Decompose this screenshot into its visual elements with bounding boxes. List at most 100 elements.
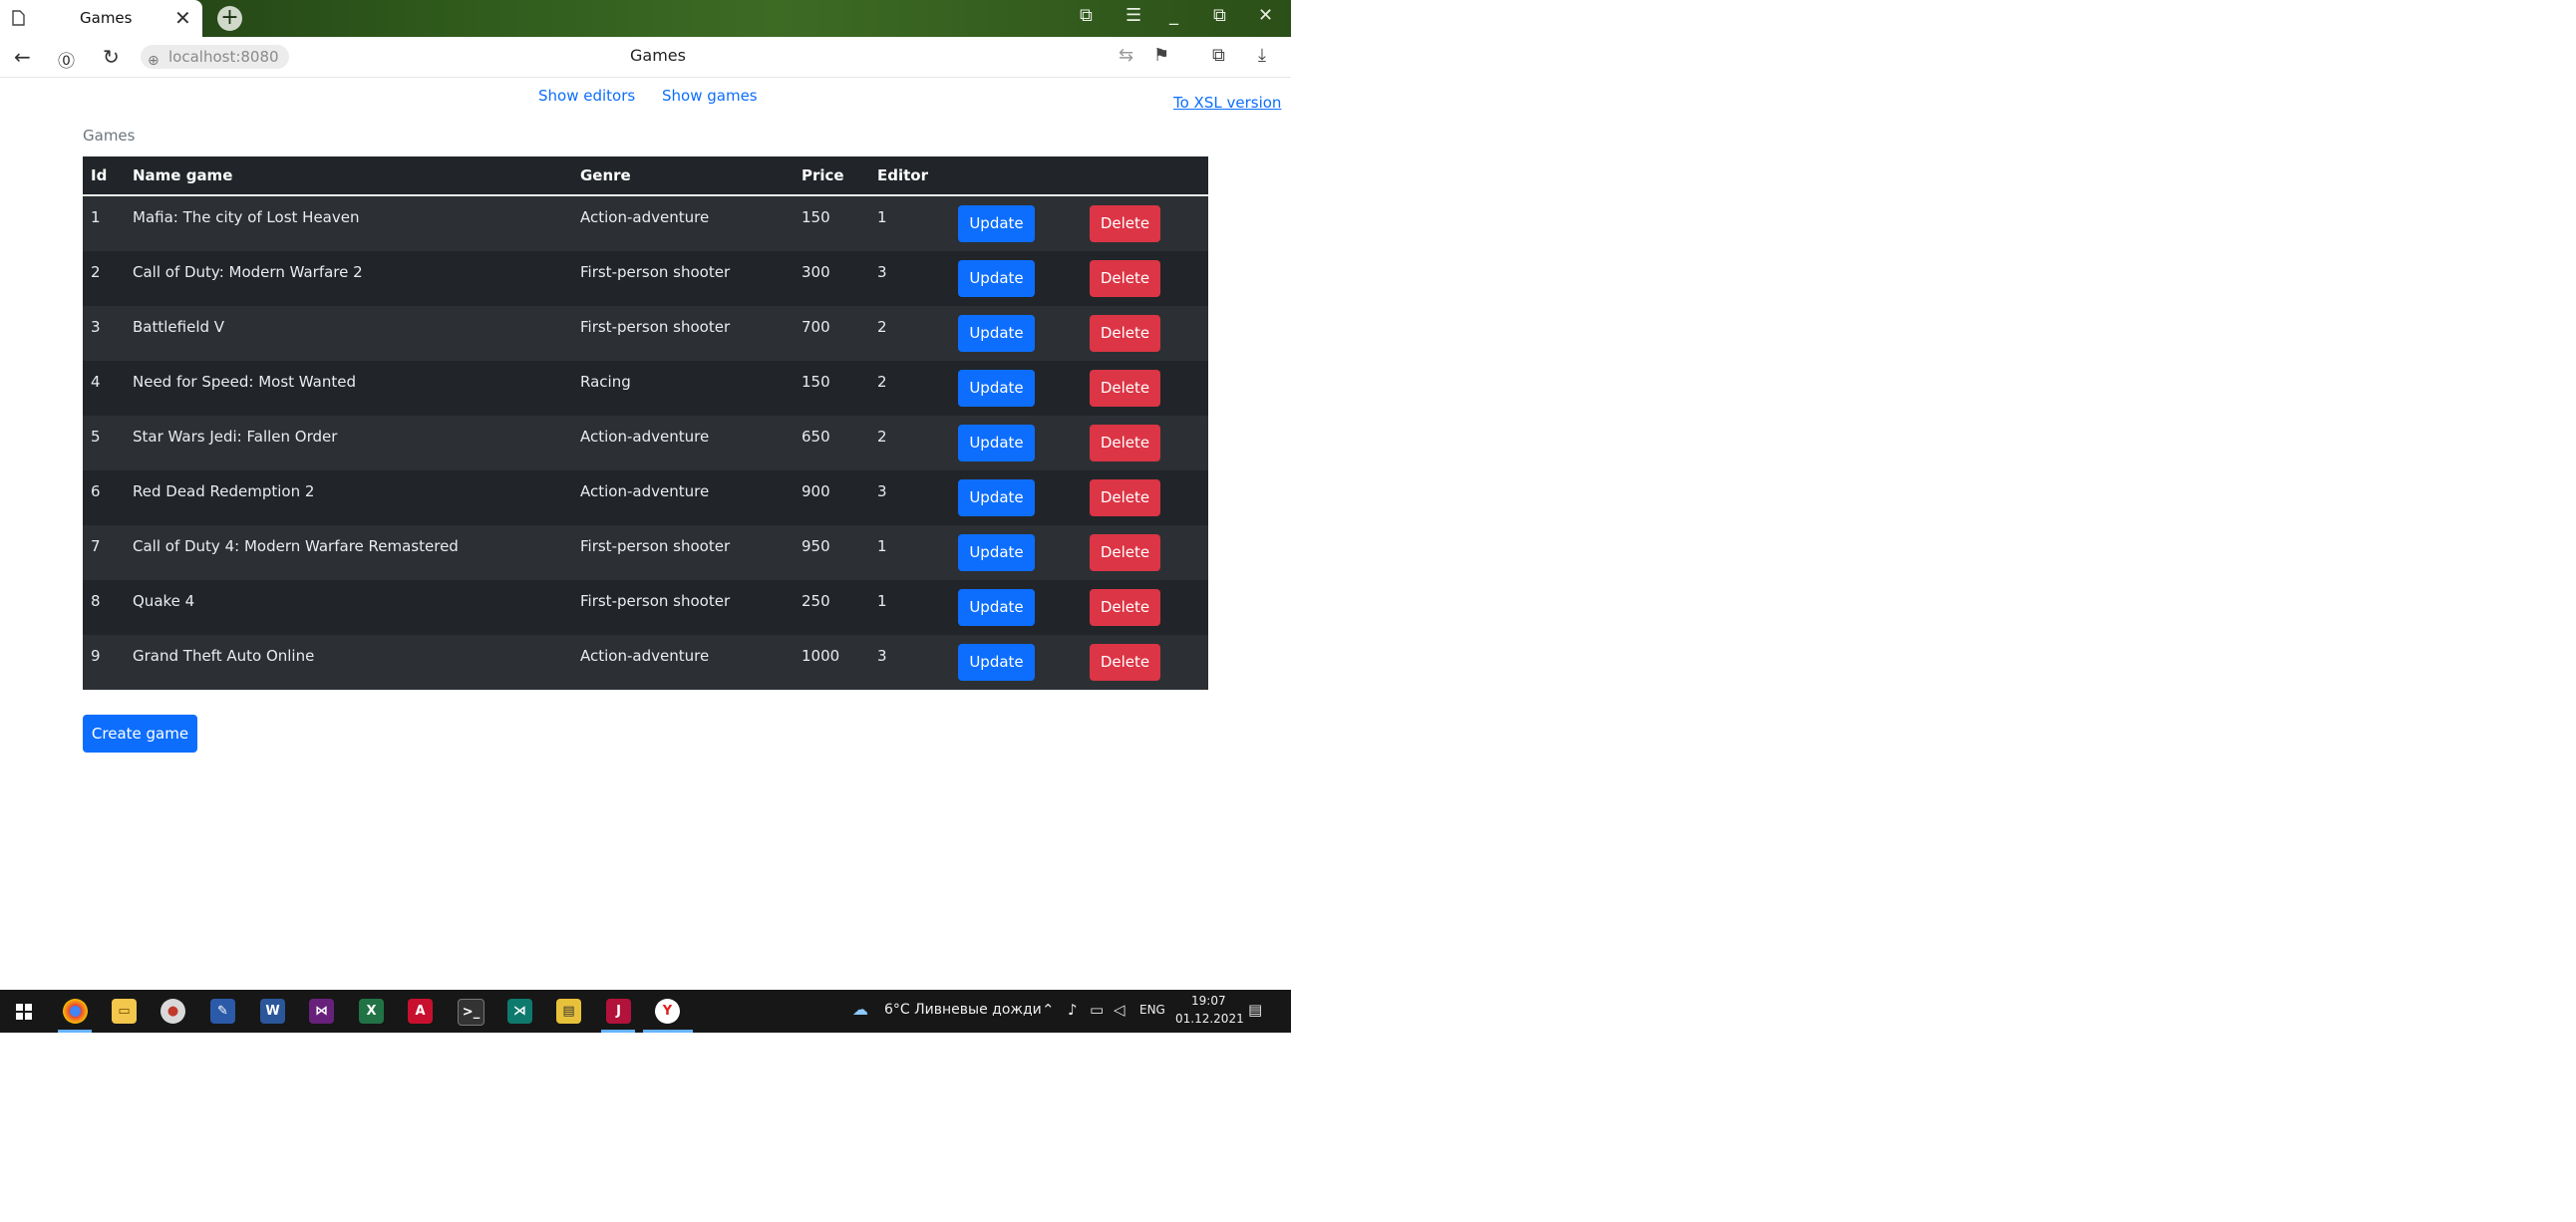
delete-button[interactable]: Delete	[1090, 260, 1160, 297]
microphone-icon[interactable]: ♪	[1068, 1001, 1078, 1019]
cell-update: Update	[957, 251, 1085, 306]
update-button[interactable]: Update	[958, 534, 1035, 571]
cell-editor: 1	[869, 525, 957, 580]
cell-name: Grand Theft Auto Online	[125, 635, 572, 690]
cell-editor: 2	[869, 306, 957, 361]
weather-text[interactable]: 6°C Ливневые дожди	[884, 1002, 1042, 1018]
chevron-up-icon[interactable]: ⌃	[1042, 1001, 1055, 1019]
bookmark-icon[interactable]: ⚑	[1153, 45, 1169, 66]
delete-button[interactable]: Delete	[1090, 589, 1160, 626]
vscode-icon[interactable]: ⋊	[507, 999, 532, 1024]
language-indicator[interactable]: ENG	[1139, 1003, 1165, 1017]
cell-price: 900	[794, 470, 869, 525]
cell-update: Update	[957, 306, 1085, 361]
cell-delete: Delete	[1085, 525, 1208, 580]
delete-button[interactable]: Delete	[1090, 205, 1160, 242]
delete-button[interactable]: Delete	[1090, 534, 1160, 571]
taskbar: ▭ ● ✎ W ⋈ X A >_ ⋊ ▤ J Y ☁ 6°C Ливневые …	[0, 990, 1291, 1033]
update-button[interactable]: Update	[958, 589, 1035, 626]
browser-tab-strip: Games ✕ + ⧉ ☰ _ ⧉ ✕	[0, 0, 1291, 37]
header-delete	[1085, 156, 1208, 196]
tabs-icon[interactable]: ⧉	[1080, 5, 1093, 26]
cell-price: 950	[794, 525, 869, 580]
table-row: 8 Quake 4 First-person shooter 250 1 Upd…	[83, 580, 1208, 635]
update-button[interactable]: Update	[958, 479, 1035, 516]
cell-delete: Delete	[1085, 361, 1208, 416]
update-button[interactable]: Update	[958, 260, 1035, 297]
network-icon[interactable]: ▭	[1090, 1001, 1104, 1019]
menu-icon[interactable]: ☰	[1126, 5, 1141, 26]
visual-studio-icon[interactable]: ⋈	[309, 999, 334, 1024]
file-explorer-icon[interactable]: ▭	[112, 999, 137, 1024]
update-button[interactable]: Update	[958, 205, 1035, 242]
cell-price: 150	[794, 361, 869, 416]
update-button[interactable]: Update	[958, 425, 1035, 461]
restore-icon[interactable]: ⧉	[1213, 5, 1226, 26]
word-icon[interactable]: W	[260, 999, 285, 1024]
header-editor: Editor	[869, 156, 957, 196]
table-row: 4 Need for Speed: Most Wanted Racing 150…	[83, 361, 1208, 416]
windows-start-icon[interactable]	[16, 1004, 32, 1020]
minimize-icon[interactable]: _	[1169, 5, 1178, 26]
update-button[interactable]: Update	[958, 315, 1035, 352]
paint-icon[interactable]: ●	[161, 999, 185, 1024]
show-editors-link[interactable]: Show editors	[538, 87, 635, 105]
cell-delete: Delete	[1085, 635, 1208, 690]
clock-date[interactable]: 01.12.2021	[1175, 1012, 1244, 1026]
yandex-browser-icon[interactable]: Y	[655, 999, 680, 1024]
xsl-version-link[interactable]: To XSL version	[1173, 94, 1281, 112]
table-row: 5 Star Wars Jedi: Fallen Order Action-ad…	[83, 416, 1208, 470]
update-button[interactable]: Update	[958, 644, 1035, 681]
terminal-icon[interactable]: >_	[458, 999, 484, 1026]
cell-price: 150	[794, 195, 869, 251]
volume-icon[interactable]: ◁	[1114, 1001, 1126, 1019]
page-content: Show editors Show games To XSL version G…	[0, 78, 1291, 990]
show-games-link[interactable]: Show games	[662, 87, 758, 105]
table-row: 1 Mafia: The city of Lost Heaven Action-…	[83, 195, 1208, 251]
tab-title: Games	[80, 9, 133, 27]
excel-icon[interactable]: X	[359, 999, 384, 1024]
cell-update: Update	[957, 361, 1085, 416]
cell-name: Need for Speed: Most Wanted	[125, 361, 572, 416]
table-row: 6 Red Dead Redemption 2 Action-adventure…	[83, 470, 1208, 525]
cell-delete: Delete	[1085, 416, 1208, 470]
cell-editor: 2	[869, 361, 957, 416]
browser-tab[interactable]: Games ✕	[0, 0, 202, 37]
download-icon[interactable]: ⤓	[1258, 45, 1266, 66]
pen-app-icon[interactable]: ✎	[210, 999, 235, 1024]
delete-button[interactable]: Delete	[1090, 425, 1160, 461]
cell-price: 650	[794, 416, 869, 470]
sticky-app-icon[interactable]: ▤	[556, 999, 581, 1024]
cell-genre: First-person shooter	[572, 251, 794, 306]
new-tab-button[interactable]: +	[217, 6, 242, 31]
notifications-icon[interactable]: ▤	[1248, 1001, 1262, 1019]
table-row: 9 Grand Theft Auto Online Action-adventu…	[83, 635, 1208, 690]
cell-genre: Action-adventure	[572, 470, 794, 525]
cell-id: 4	[83, 361, 125, 416]
translate-icon[interactable]: ⇆	[1119, 45, 1133, 66]
cell-genre: Action-adventure	[572, 635, 794, 690]
cell-update: Update	[957, 195, 1085, 251]
cell-genre: First-person shooter	[572, 580, 794, 635]
cell-editor: 2	[869, 416, 957, 470]
delete-button[interactable]: Delete	[1090, 644, 1160, 681]
close-window-icon[interactable]: ✕	[1258, 5, 1273, 26]
delete-button[interactable]: Delete	[1090, 370, 1160, 407]
tab-close-icon[interactable]: ✕	[174, 6, 191, 30]
jetbrains-icon[interactable]: J	[606, 999, 631, 1024]
cell-id: 5	[83, 416, 125, 470]
chrome-icon[interactable]	[63, 999, 88, 1024]
delete-button[interactable]: Delete	[1090, 315, 1160, 352]
cell-id: 1	[83, 195, 125, 251]
cell-id: 6	[83, 470, 125, 525]
create-game-button[interactable]: Create game	[83, 715, 197, 753]
update-button[interactable]: Update	[958, 370, 1035, 407]
cell-delete: Delete	[1085, 306, 1208, 361]
delete-button[interactable]: Delete	[1090, 479, 1160, 516]
cell-genre: Action-adventure	[572, 416, 794, 470]
cell-editor: 3	[869, 635, 957, 690]
clock-time[interactable]: 19:07	[1191, 994, 1226, 1008]
collections-icon[interactable]: ⧉	[1212, 45, 1225, 66]
weather-icon: ☁	[852, 1000, 868, 1019]
acrobat-icon[interactable]: A	[408, 999, 433, 1024]
